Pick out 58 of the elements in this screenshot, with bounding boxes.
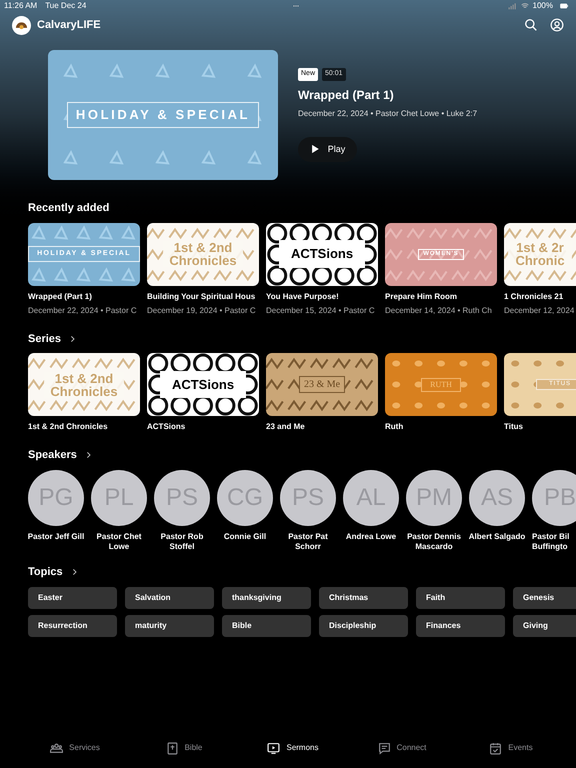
tab-bar-item[interactable]: Services <box>20 738 130 758</box>
tab-bar-item[interactable]: Sermons <box>238 738 348 758</box>
app-name: CalvaryLIFE <box>37 18 101 33</box>
play-icon <box>310 144 320 154</box>
cover-title: 1st & 2nd Chronicles <box>162 241 244 267</box>
signal-icon <box>506 2 517 10</box>
topic-chip[interactable]: Genesis <box>513 587 576 609</box>
sermon-card[interactable]: 1st & 2nd Chronicles Building Your Spiritual Hous December 19, 2024 • Pastor C <box>147 222 259 316</box>
series-card[interactable]: RUTH Ruth <box>385 353 497 433</box>
logo-icon <box>12 16 31 34</box>
topic-chip[interactable]: Finances <box>416 615 505 637</box>
profile-button[interactable] <box>550 18 564 32</box>
tab-bar-item[interactable]: Bible <box>130 738 238 758</box>
chevron-right-icon <box>84 451 92 460</box>
cover-title: ACTSions <box>278 240 366 268</box>
topic-chip[interactable]: Salvation <box>125 587 214 609</box>
battery-percent: 100% <box>532 0 553 12</box>
chat-icon <box>378 742 391 754</box>
topic-chip[interactable]: Resurrection <box>28 615 117 637</box>
status-time: 11:26 AM <box>4 0 38 12</box>
chevron-right-icon <box>69 334 76 343</box>
cover-title: RUTH <box>421 378 461 392</box>
search-icon <box>524 18 538 32</box>
section-heading: Speakers <box>28 448 77 463</box>
topic-chip[interactable]: Discipleship <box>319 615 408 637</box>
user-icon <box>550 18 564 32</box>
section-heading: Topics <box>28 564 63 580</box>
sermon-meta: December 22, 2024 • Pastor Chet Lowe • Luke 2:7 <box>298 108 478 120</box>
section-heading: Series <box>28 332 62 346</box>
series-card[interactable]: ACTSions ACTSions <box>147 353 259 433</box>
wifi-icon <box>520 2 530 10</box>
calendar-icon <box>489 742 502 754</box>
tab-bar-item[interactable]: Events <box>456 738 566 758</box>
cover-title: ACTSions <box>160 370 246 398</box>
series-card[interactable]: 23 & Me 23 and Me <box>266 353 378 433</box>
series-card[interactable]: 1st & 2nd Chronicles 1st & 2nd Chronicles <box>28 353 140 433</box>
chevron-right-icon <box>70 568 78 576</box>
topic-chip[interactable]: thanksgiving <box>222 587 311 609</box>
cover-title: HOLIDAY & SPECIAL <box>66 102 260 128</box>
topic-chip[interactable]: Faith <box>416 587 505 609</box>
sermon-card[interactable]: ACTSions You Have Purpose! December 15, 2024 • Pastor C <box>266 222 378 316</box>
video-icon <box>267 742 280 754</box>
cover-title: 1st & 2nd Chronicles <box>44 372 124 398</box>
search-button[interactable] <box>524 18 538 32</box>
cover-title: 23 & Me <box>298 376 346 393</box>
tab-bar-item[interactable]: Connect <box>348 738 456 758</box>
topic-chip[interactable]: Giving <box>513 615 576 637</box>
section-heading: Recently added <box>28 201 110 216</box>
sermon-card[interactable]: 1st & 2r Chronic 1 Chronicles 21 December 12, 2024 <box>504 222 576 316</box>
book-icon <box>166 742 179 754</box>
cover-title: 1st & 2r Chronic <box>508 241 572 267</box>
topic-chip[interactable]: Bible <box>222 615 311 637</box>
sermon-title: Wrapped (Part 1) <box>298 86 395 104</box>
topic-chip[interactable]: Easter <box>28 587 117 609</box>
topic-chip[interactable]: maturity <box>125 615 214 637</box>
people-icon <box>50 742 64 754</box>
topic-chip[interactable]: Christmas <box>319 587 408 609</box>
status-date: Tue Dec 24 <box>45 0 86 12</box>
